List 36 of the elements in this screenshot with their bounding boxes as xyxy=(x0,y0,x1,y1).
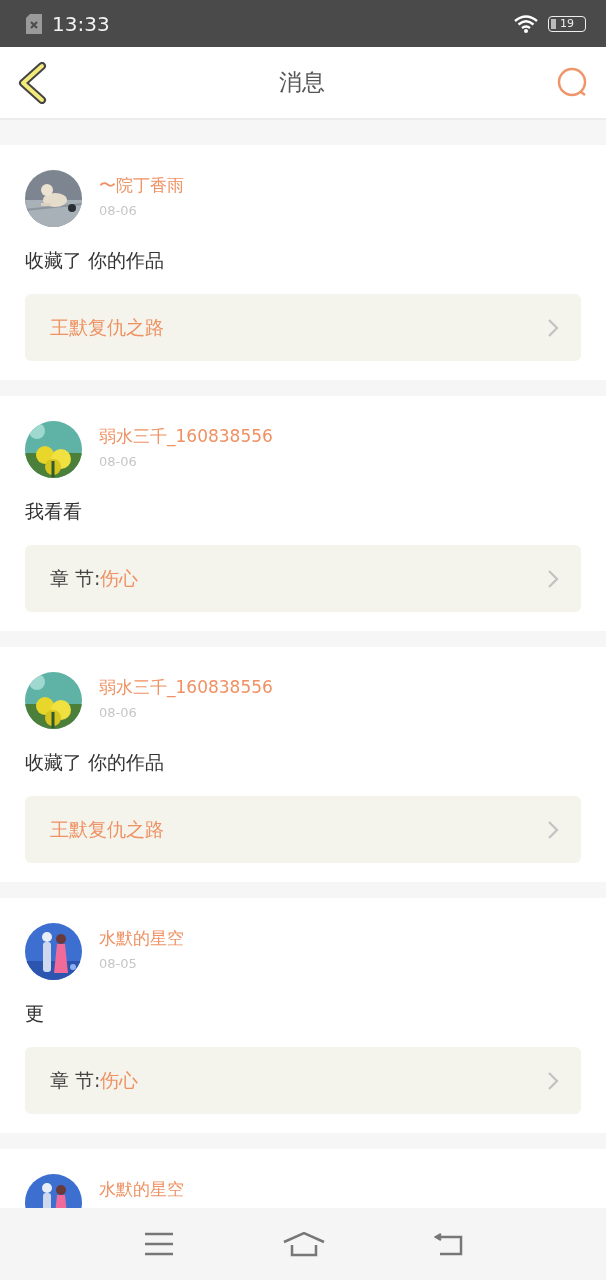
message-date: 08-06 xyxy=(99,203,138,219)
work-title: 王默复仇之路 xyxy=(50,315,164,338)
wifi-icon xyxy=(514,14,538,33)
work-link[interactable]: 王默复仇之路 xyxy=(25,294,581,361)
home-button[interactable] xyxy=(283,1231,325,1257)
back-button[interactable] xyxy=(17,61,47,104)
message-text: 收藏了 你的作品 xyxy=(25,248,166,273)
chapter-label: 章 节: xyxy=(50,1068,101,1091)
chapter-title: 伤心 xyxy=(100,566,139,589)
chevron-right-icon xyxy=(547,317,559,338)
user-name[interactable]: 〜院丁香雨 xyxy=(99,174,184,196)
chapter-link[interactable]: 章 节:伤心 xyxy=(25,545,581,612)
user-name[interactable]: 弱水三千_160838556 xyxy=(99,676,273,698)
work-link[interactable]: 王默复仇之路 xyxy=(25,796,581,863)
chapter-title: 伤心 xyxy=(100,1068,139,1091)
chapter-label: 章 节: xyxy=(50,566,101,589)
back-nav-button[interactable] xyxy=(433,1232,464,1256)
message-date: 08-05 xyxy=(99,956,138,972)
user-name[interactable]: 水默的星空 xyxy=(99,927,184,949)
message-date: 08-06 xyxy=(99,454,138,470)
message-date: 08-06 xyxy=(99,705,138,721)
sim-icon xyxy=(26,13,42,34)
menu-button[interactable] xyxy=(144,1232,175,1256)
user-name[interactable]: 弱水三千_160838556 xyxy=(99,425,273,447)
message-text: 收藏了 你的作品 xyxy=(25,750,166,775)
user-name[interactable]: 水默的星空 xyxy=(99,1178,184,1200)
chevron-right-icon xyxy=(547,1070,559,1091)
page-title: 消息 xyxy=(278,68,325,97)
chevron-right-icon xyxy=(547,819,559,840)
chevron-right-icon xyxy=(547,568,559,589)
battery-indicator: 19 xyxy=(548,15,586,32)
message-text: 我看看 xyxy=(25,499,83,524)
work-title: 王默复仇之路 xyxy=(50,817,164,840)
chapter-link[interactable]: 章 节:伤心 xyxy=(25,1047,581,1114)
status-time: 13:33 xyxy=(52,11,111,36)
message-text: 更 xyxy=(25,1001,45,1026)
